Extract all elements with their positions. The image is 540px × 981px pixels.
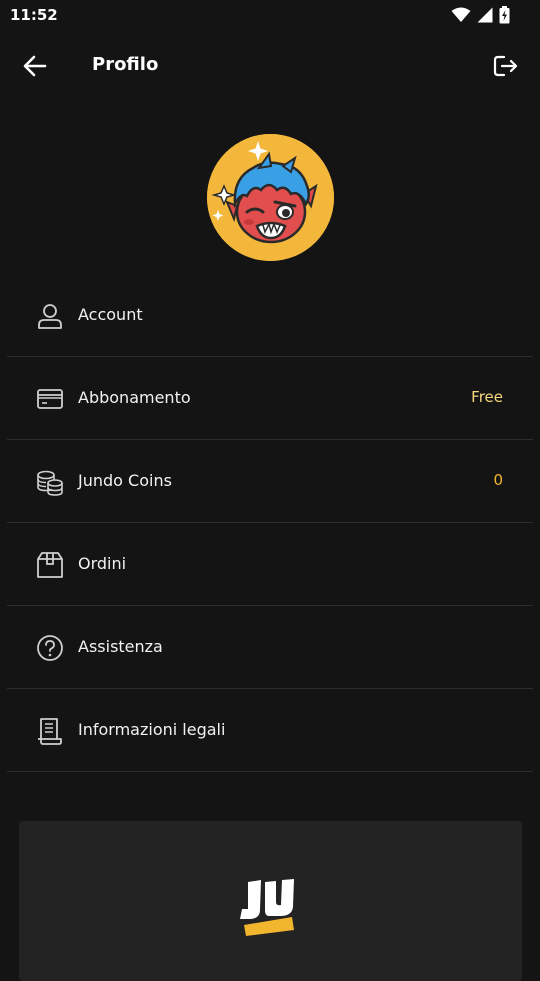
menu-item-support[interactable]: Assistenza [7,606,533,689]
menu-item-jundo-coins[interactable]: Jundo Coins 0 [7,440,533,523]
status-icons [451,6,510,24]
coins-balance-value: 0 [493,471,503,489]
logout-icon [493,55,518,77]
menu-item-label: Informazioni legali [78,720,226,739]
arrow-left-icon [23,55,47,77]
signal-icon [477,7,493,23]
jundo-logo-icon [240,879,294,936]
menu-item-legal-info[interactable]: Informazioni legali [7,689,533,772]
menu-item-account[interactable]: Account [7,274,533,357]
page-title: Profilo [92,54,159,75]
menu-item-label: Jundo Coins [78,471,172,490]
credit-card-icon [37,389,63,409]
battery-charging-icon [499,6,510,24]
menu-item-label: Ordini [78,554,127,573]
subscription-plan-value: Free [471,388,503,406]
person-icon [38,304,62,329]
help-circle-icon [37,635,63,661]
coins-icon [37,470,63,496]
menu-item-label: Assistenza [78,637,163,656]
logout-button[interactable] [490,51,520,81]
app-bar: Profilo [0,40,540,92]
devil-mascot-avatar-icon [207,134,334,261]
status-bar: 11:52 [0,0,540,30]
back-button[interactable] [20,52,50,80]
menu-item-subscription[interactable]: Abbonamento Free [7,357,533,440]
profile-menu: Account Abbonamento Free Jundo Coins 0 O… [7,274,533,772]
menu-item-label: Account [78,305,143,324]
menu-item-label: Abbonamento [78,388,191,407]
avatar[interactable] [207,134,334,261]
box-icon [37,552,63,578]
status-time: 11:52 [10,6,58,24]
document-icon [38,718,62,745]
menu-item-orders[interactable]: Ordini [7,523,533,606]
wifi-icon [451,7,471,22]
